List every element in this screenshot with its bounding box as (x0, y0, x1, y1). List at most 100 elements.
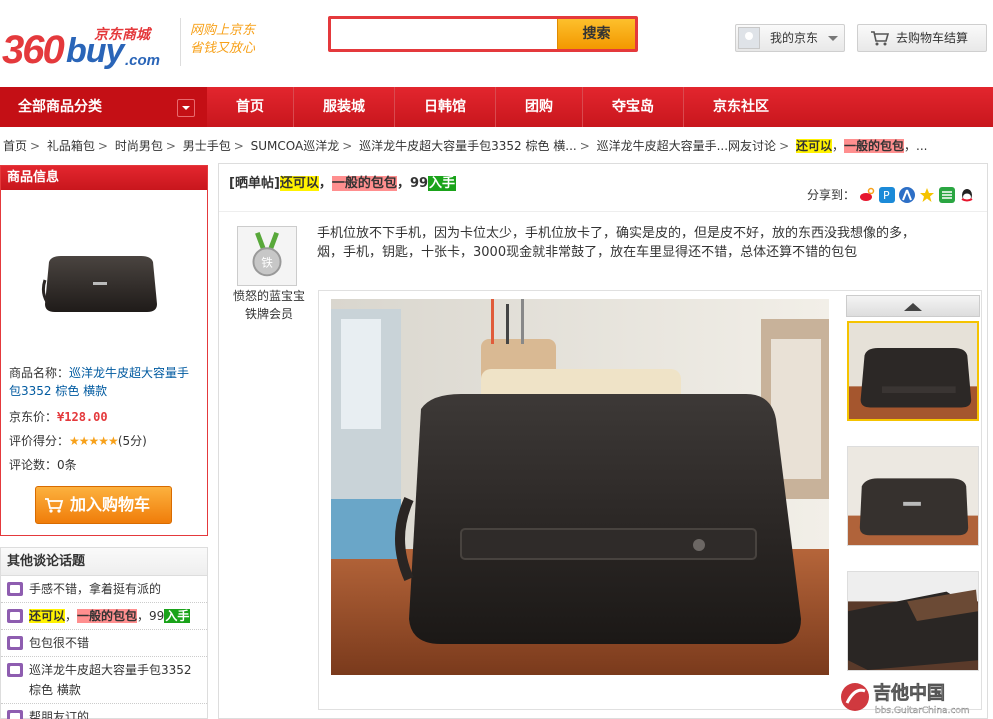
slogan: 网购上京东 省钱又放心 (190, 22, 255, 58)
topic-text: 巡洋龙牛皮超大容量手包3352 棕色 横款 (29, 663, 192, 697)
all-categories-menu[interactable]: 全部商品分类 (0, 87, 207, 127)
add-to-cart-button[interactable]: 加入购物车 (35, 486, 172, 524)
rating-value: (5分) (117, 434, 147, 448)
author-info: 愤怒的蓝宝宝 铁牌会员 (225, 287, 313, 323)
topic-icon (7, 636, 23, 650)
watermark-text: 吉他中国 (873, 682, 945, 704)
product-price-row: 京东价：¥128.00 (9, 408, 199, 426)
post-title: [晒单帖]还可以，一般的包包，99入手 (229, 172, 457, 191)
logo-com: .com (125, 52, 161, 69)
thumbnail-1[interactable] (847, 321, 979, 421)
product-details: 商品名称：巡洋龙牛皮超大容量手包3352 棕色 横款 京东价：¥128.00 评… (9, 364, 199, 474)
reviews-row: 评论数：0条 (9, 456, 199, 474)
topic-text: 包包很不错 (29, 636, 90, 650)
title-divider (219, 211, 987, 212)
product-info-header: 商品信息 (1, 166, 207, 190)
renren-icon[interactable] (899, 186, 915, 203)
author-name[interactable]: 愤怒的蓝宝宝 (225, 287, 313, 305)
cart-checkout-label: 去购物车结算 (896, 31, 969, 45)
breadcrumb-brand[interactable]: SUMCOA巡洋龙 (251, 139, 340, 153)
topic-green: 入手 (164, 609, 191, 623)
all-categories-label: 全部商品分类 (18, 99, 102, 115)
product-name-label: 商品名称： (9, 366, 70, 380)
other-topics-panel: 其他谈论话题 手感不错，拿着挺有派的 还可以，一般的包包，99入手 包包很不错 … (0, 547, 208, 719)
topic-icon (7, 582, 23, 596)
breadcrumb-current-hl1: 还可以 (795, 139, 832, 153)
nav-item-home[interactable]: 首页 (207, 87, 294, 127)
nav-item-community[interactable]: 京东社区 (684, 87, 798, 127)
main-nav: 全部商品分类 首页 服装城 日韩馆 团购 夺宝岛 京东社区 (0, 87, 993, 127)
main-photo[interactable] (331, 299, 829, 675)
rating-label: 评价得分： (9, 434, 70, 448)
topic-icon (7, 663, 23, 677)
price-label: 京东价： (9, 410, 58, 424)
add-to-cart-label: 加入购物车 (70, 495, 151, 514)
my-jd-button[interactable]: 我的京东 (735, 24, 845, 52)
star-share-icon[interactable] (919, 187, 935, 203)
svg-text:P: P (883, 189, 890, 202)
rating-row: 评价得分：★★★★★(5分) (9, 432, 199, 450)
thumbnail-2[interactable] (847, 446, 979, 546)
other-topics-header: 其他谈论话题 (1, 548, 207, 576)
nav-item-clothing[interactable]: 服装城 (294, 87, 395, 127)
search-button[interactable]: 搜索 (557, 19, 635, 49)
logo-cn: 京东商城 (94, 27, 150, 43)
guitarchina-watermark: 吉他中国 bbs.GuitarChina.com (839, 677, 989, 717)
weibo-icon[interactable] (859, 186, 875, 203)
nav-item-jpkr[interactable]: 日韩馆 (395, 87, 496, 127)
site-logo[interactable]: 360 buy 京东商城 .com (0, 14, 175, 72)
guitar-logo-icon: 吉他中国 bbs.GuitarChina.com (841, 682, 970, 716)
post-title-num: ，99 (396, 176, 429, 191)
breadcrumb-tail: ，... (904, 139, 928, 153)
kaixin-icon[interactable] (939, 186, 955, 203)
topic-text: 手感不错，拿着挺有派的 (29, 582, 162, 596)
nav-items: 首页 服装城 日韩馆 团购 夺宝岛 京东社区 (207, 87, 798, 127)
topic-item[interactable]: 帮朋友订的 (1, 704, 207, 719)
slogan-line-1: 网购上京东 (190, 23, 256, 38)
search-input[interactable] (331, 19, 559, 49)
breadcrumb-gifts[interactable]: 礼品箱包 (47, 139, 95, 153)
topic-item[interactable]: 巡洋龙牛皮超大容量手包3352 棕色 横款 (1, 657, 207, 704)
author-avatar[interactable]: 铁 (237, 226, 297, 286)
breadcrumb-product[interactable]: 巡洋龙牛皮超大容量手包3352 棕色 横... (359, 139, 577, 153)
post-panel: [晒单帖]还可以，一般的包包，99入手 分享到： P 铁 愤怒的蓝宝宝 铁牌会员… (218, 163, 988, 719)
iron-medal-icon: 铁 (252, 231, 282, 277)
reviews-label: 评论数： (9, 458, 58, 472)
logo-360: 360 (2, 28, 65, 72)
topic-text: 帮朋友订的 (29, 710, 90, 719)
topic-item[interactable]: 还可以，一般的包包，99入手 (1, 603, 207, 630)
chevron-down-icon (828, 36, 838, 41)
breadcrumb-clutch[interactable]: 男士手包 (183, 139, 231, 153)
share-bar: 分享到： P (807, 186, 975, 203)
cart-checkout-button[interactable]: 去购物车结算 (857, 24, 987, 52)
topic-item[interactable]: 包包很不错 (1, 630, 207, 657)
post-title-green: 入手 (428, 176, 457, 191)
breadcrumb-home[interactable]: 首页 (3, 139, 27, 153)
breadcrumb-current-hl2: 一般的包包 (843, 139, 904, 153)
thumbnail-scroll-up-button[interactable] (846, 295, 980, 317)
search-box: 搜索 (328, 16, 638, 52)
qq-icon[interactable] (959, 187, 975, 203)
breadcrumb-comma: ， (831, 139, 844, 153)
breadcrumb-mens-bags[interactable]: 时尚男包 (115, 139, 163, 153)
share-label: 分享到： (806, 188, 855, 202)
photo-gallery (318, 290, 982, 710)
product-image[interactable] (41, 252, 161, 316)
topic-icon (7, 609, 23, 623)
qzone-icon[interactable]: P (879, 186, 895, 203)
nav-item-treasure[interactable]: 夺宝岛 (583, 87, 684, 127)
topic-hl2: 一般的包包 (77, 609, 138, 623)
topic-item[interactable]: 手感不错，拿着挺有派的 (1, 576, 207, 603)
product-info-panel: 商品信息 商品名称：巡洋龙牛皮超大容量手包3352 棕色 横款 京东价：¥128… (0, 165, 208, 536)
author-level: 铁牌会员 (244, 307, 293, 321)
topic-icon (7, 710, 23, 719)
chevron-down-icon (177, 99, 195, 117)
slogan-divider (180, 18, 181, 66)
topic-num: ，99 (137, 609, 165, 623)
breadcrumb-discussion[interactable]: 巡洋龙牛皮超大容量手...网友讨论 (597, 139, 776, 153)
post-title-comma: ， (318, 176, 332, 191)
product-name-row: 商品名称：巡洋龙牛皮超大容量手包3352 棕色 横款 (9, 364, 199, 400)
nav-item-groupbuy[interactable]: 团购 (496, 87, 583, 127)
thumbnail-3[interactable] (847, 571, 979, 671)
cart-icon (871, 31, 890, 46)
